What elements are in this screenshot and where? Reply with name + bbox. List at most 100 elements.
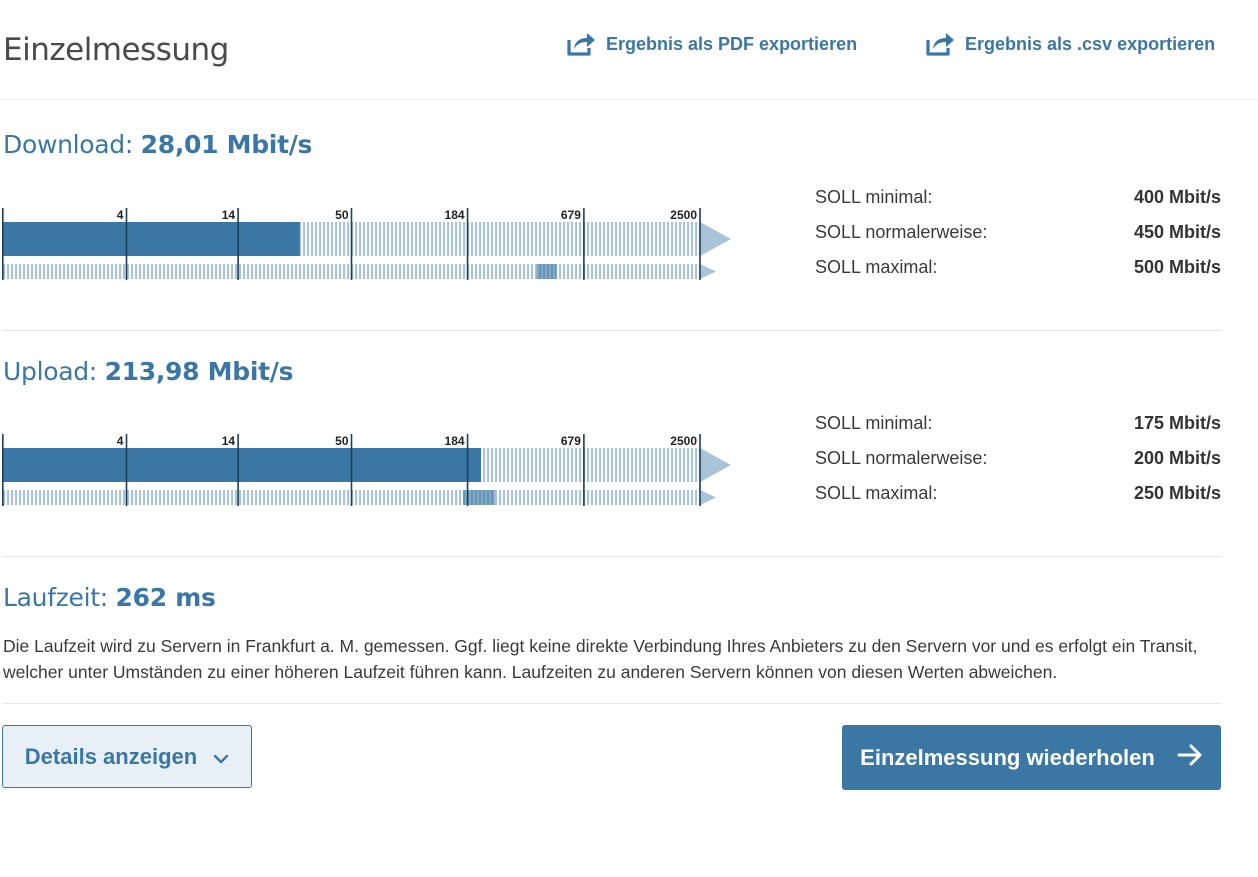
- bottom-stripe: [243, 490, 246, 505]
- bottom-stripe: [611, 490, 614, 505]
- scale-tick: [350, 434, 353, 506]
- bottom-stripe: [499, 490, 502, 505]
- bottom-stripe: [671, 264, 674, 279]
- export-pdf-link[interactable]: Ergebnis als PDF exportieren: [566, 31, 857, 57]
- bottom-stripe: [379, 490, 382, 505]
- bottom-stripe: [387, 490, 390, 505]
- scale-tick-label: 184: [445, 434, 465, 448]
- bottom-stripe: [11, 264, 14, 279]
- bottom-stripe: [511, 264, 514, 279]
- top-stripe: [543, 222, 546, 256]
- bottom-stripe: [403, 490, 406, 505]
- chevron-down-icon: [213, 744, 229, 770]
- top-stripe: [551, 222, 554, 256]
- top-stripe: [623, 222, 626, 256]
- scale-tick-label: 50: [335, 208, 349, 222]
- bottom-stripe: [207, 490, 210, 505]
- top-stripe: [539, 448, 542, 482]
- bottom-stripe: [31, 490, 34, 505]
- bottom-stripe: [631, 490, 634, 505]
- top-stripe: [615, 448, 618, 482]
- bottom-stripe: [111, 264, 114, 279]
- bottom-stripe: [475, 264, 478, 279]
- bottom-stripe: [231, 490, 234, 505]
- bottom-stripe: [591, 490, 594, 505]
- bottom-stripe: [139, 490, 142, 505]
- bottom-stripe: [75, 490, 78, 505]
- bottom-stripe: [435, 490, 438, 505]
- bottom-stripe: [515, 490, 518, 505]
- top-stripe: [655, 222, 658, 256]
- bottom-stripe: [275, 490, 278, 505]
- runtime-label: Laufzeit:: [3, 583, 116, 612]
- soll-value: 200 Mbit/s: [1133, 448, 1221, 468]
- bottom-stripe: [603, 264, 606, 279]
- bottom-stripe: [171, 490, 174, 505]
- bottom-stripe: [347, 490, 350, 505]
- export-csv-link[interactable]: Ergebnis als .csv exportieren: [925, 31, 1215, 57]
- bottom-stripe: [27, 264, 30, 279]
- top-stripe: [575, 448, 578, 482]
- bottom-stripe: [87, 490, 90, 505]
- soll-label: SOLL normalerweise:: [815, 448, 988, 468]
- bottom-stripe: [399, 264, 402, 279]
- bottom-stripe: [35, 264, 38, 279]
- bottom-stripe: [667, 490, 670, 505]
- top-stripe: [659, 222, 662, 256]
- bottom-stripe: [7, 264, 10, 279]
- top-stripe: [495, 222, 498, 256]
- top-stripe: [679, 222, 682, 256]
- bottom-stripe: [183, 264, 186, 279]
- bottom-stripe: [447, 490, 450, 505]
- bottom-stripe: [179, 490, 182, 505]
- top-stripe: [663, 222, 666, 256]
- bottom-stripe: [119, 264, 122, 279]
- origin-tick: [2, 208, 4, 280]
- repeat-measurement-button[interactable]: Einzelmessung wiederholen: [842, 725, 1221, 790]
- top-stripe: [595, 448, 598, 482]
- top-stripe: [611, 222, 614, 256]
- bottom-stripe: [163, 264, 166, 279]
- download-soll-min-row: SOLL minimal: 400 Mbit/s: [815, 180, 1221, 215]
- bottom-stripe: [463, 264, 466, 279]
- bottom-stripe: [595, 264, 598, 279]
- top-stripe: [551, 448, 554, 482]
- top-stripe: [439, 222, 442, 256]
- bottom-stripe: [307, 264, 310, 279]
- details-button[interactable]: Details anzeigen: [2, 725, 252, 788]
- top-stripe: [695, 448, 698, 482]
- bottom-stripe: [255, 264, 258, 279]
- bottom-stripe: [143, 490, 146, 505]
- bottom-stripe: [423, 264, 426, 279]
- top-stripe: [507, 448, 510, 482]
- bottom-stripe: [147, 490, 150, 505]
- bottom-stripe: [427, 490, 430, 505]
- bottom-stripe: [643, 490, 646, 505]
- top-stripe: [495, 448, 498, 482]
- bottom-stripe: [115, 264, 118, 279]
- top-stripe: [531, 222, 534, 256]
- top-stripe: [651, 222, 654, 256]
- bottom-stripe: [343, 264, 346, 279]
- export-pdf-label: Ergebnis als PDF exportieren: [606, 33, 858, 54]
- scale-tick-label: 679: [561, 208, 581, 222]
- bottom-stripe: [59, 490, 62, 505]
- bottom-stripe: [195, 490, 198, 505]
- top-stripe: [355, 222, 358, 256]
- bottom-stripe: [415, 264, 418, 279]
- bottom-stripe: [567, 490, 570, 505]
- top-stripe: [603, 448, 606, 482]
- bottom-stripe: [15, 264, 18, 279]
- download-label: Download:: [3, 130, 141, 159]
- top-stripe: [547, 222, 550, 256]
- bottom-stripe: [523, 264, 526, 279]
- bottom-stripe: [239, 264, 242, 279]
- top-stripe: [647, 448, 650, 482]
- bottom-stripe: [347, 264, 350, 279]
- bottom-stripe: [255, 490, 258, 505]
- bottom-stripe: [127, 490, 130, 505]
- top-stripe: [523, 448, 526, 482]
- top-stripe: [599, 222, 602, 256]
- bottom-stripe: [663, 264, 666, 279]
- top-stripe: [687, 222, 690, 256]
